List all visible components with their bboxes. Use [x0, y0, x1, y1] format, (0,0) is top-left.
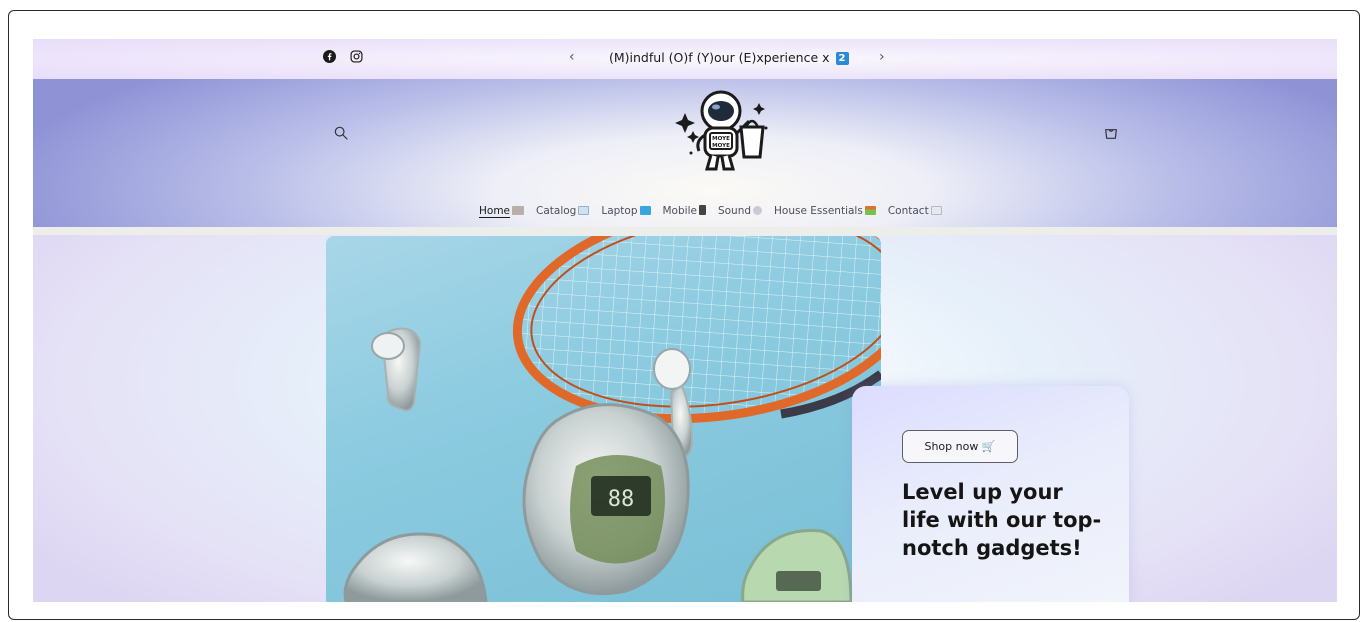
- hero-section: 88 Shop now 🛒 Level up your life with ou…: [33, 235, 1337, 602]
- announcement-badge: 2: [835, 52, 849, 65]
- phone-emoji-icon: [698, 205, 706, 215]
- search-icon[interactable]: [333, 125, 349, 145]
- announcement-text: (M)indful (O)f (Y)our (E)xperience x 2: [609, 50, 849, 65]
- svg-text:88: 88: [608, 487, 635, 512]
- earbuds-racket-illustration: 88: [343, 236, 881, 602]
- nav-item-label: Catalog: [536, 205, 577, 217]
- nav-item-catalog[interactable]: Catalog: [536, 205, 590, 217]
- nav-item-laptop[interactable]: Laptop: [601, 205, 651, 217]
- browser-frame: ‹ (M)indful (O)f (Y)our (E)xperience x 2…: [8, 10, 1360, 620]
- nav-item-label: House Essentials: [774, 205, 863, 217]
- house-emoji-icon: [864, 206, 876, 215]
- facebook-icon[interactable]: [323, 50, 336, 63]
- header-divider: [33, 227, 1337, 235]
- nav-item-mobile[interactable]: Mobile: [663, 205, 706, 217]
- announcement-bar: ‹ (M)indful (O)f (Y)our (E)xperience x 2…: [33, 39, 1337, 79]
- main-navigation: Home Catalog Laptop Mobile Sound House E…: [33, 203, 1337, 223]
- nav-item-label: Contact: [887, 205, 929, 217]
- shop-now-button[interactable]: Shop now 🛒: [902, 430, 1018, 463]
- nav-item-home[interactable]: Home: [479, 205, 525, 217]
- announcement-prev-button[interactable]: ‹: [569, 49, 575, 65]
- hero-product-image: 88: [326, 236, 881, 602]
- speaker-emoji-icon: [753, 206, 763, 215]
- social-links: [323, 50, 363, 63]
- logo-text-bottom: MOYE: [712, 143, 730, 149]
- nav-item-label: Laptop: [601, 205, 638, 217]
- nav-item-contact[interactable]: Contact: [888, 205, 942, 217]
- cart-icon[interactable]: [1103, 125, 1119, 145]
- moye-astronaut-logo[interactable]: MOYE MOYE: [671, 83, 781, 183]
- instagram-icon[interactable]: [350, 50, 363, 63]
- nav-item-label: Home: [479, 205, 511, 217]
- envelope-emoji-icon: [930, 206, 942, 215]
- logo-text-top: MOYE: [712, 136, 730, 142]
- site-header: MOYE MOYE Home Catalog Laptop Mobile Sou…: [33, 79, 1337, 227]
- announcement-message: (M)indful (O)f (Y)our (E)xperience x: [609, 50, 830, 65]
- book-emoji-icon: [578, 206, 590, 215]
- page-viewport: ‹ (M)indful (O)f (Y)our (E)xperience x 2…: [33, 39, 1337, 602]
- nav-item-label: Sound: [717, 205, 752, 217]
- nav-item-label: Mobile: [662, 205, 697, 217]
- hero-promo-card: Shop now 🛒 Level up your life with our t…: [852, 386, 1129, 602]
- nav-item-sound[interactable]: Sound: [717, 205, 763, 217]
- nav-item-house-essentials[interactable]: House Essentials: [774, 205, 876, 217]
- announcement-next-button[interactable]: ›: [879, 49, 885, 65]
- hero-headline: Level up your life with our top-notch ga…: [902, 480, 1102, 560]
- cart-emoji-icon: [512, 206, 525, 215]
- laptop-emoji-icon: [639, 206, 651, 215]
